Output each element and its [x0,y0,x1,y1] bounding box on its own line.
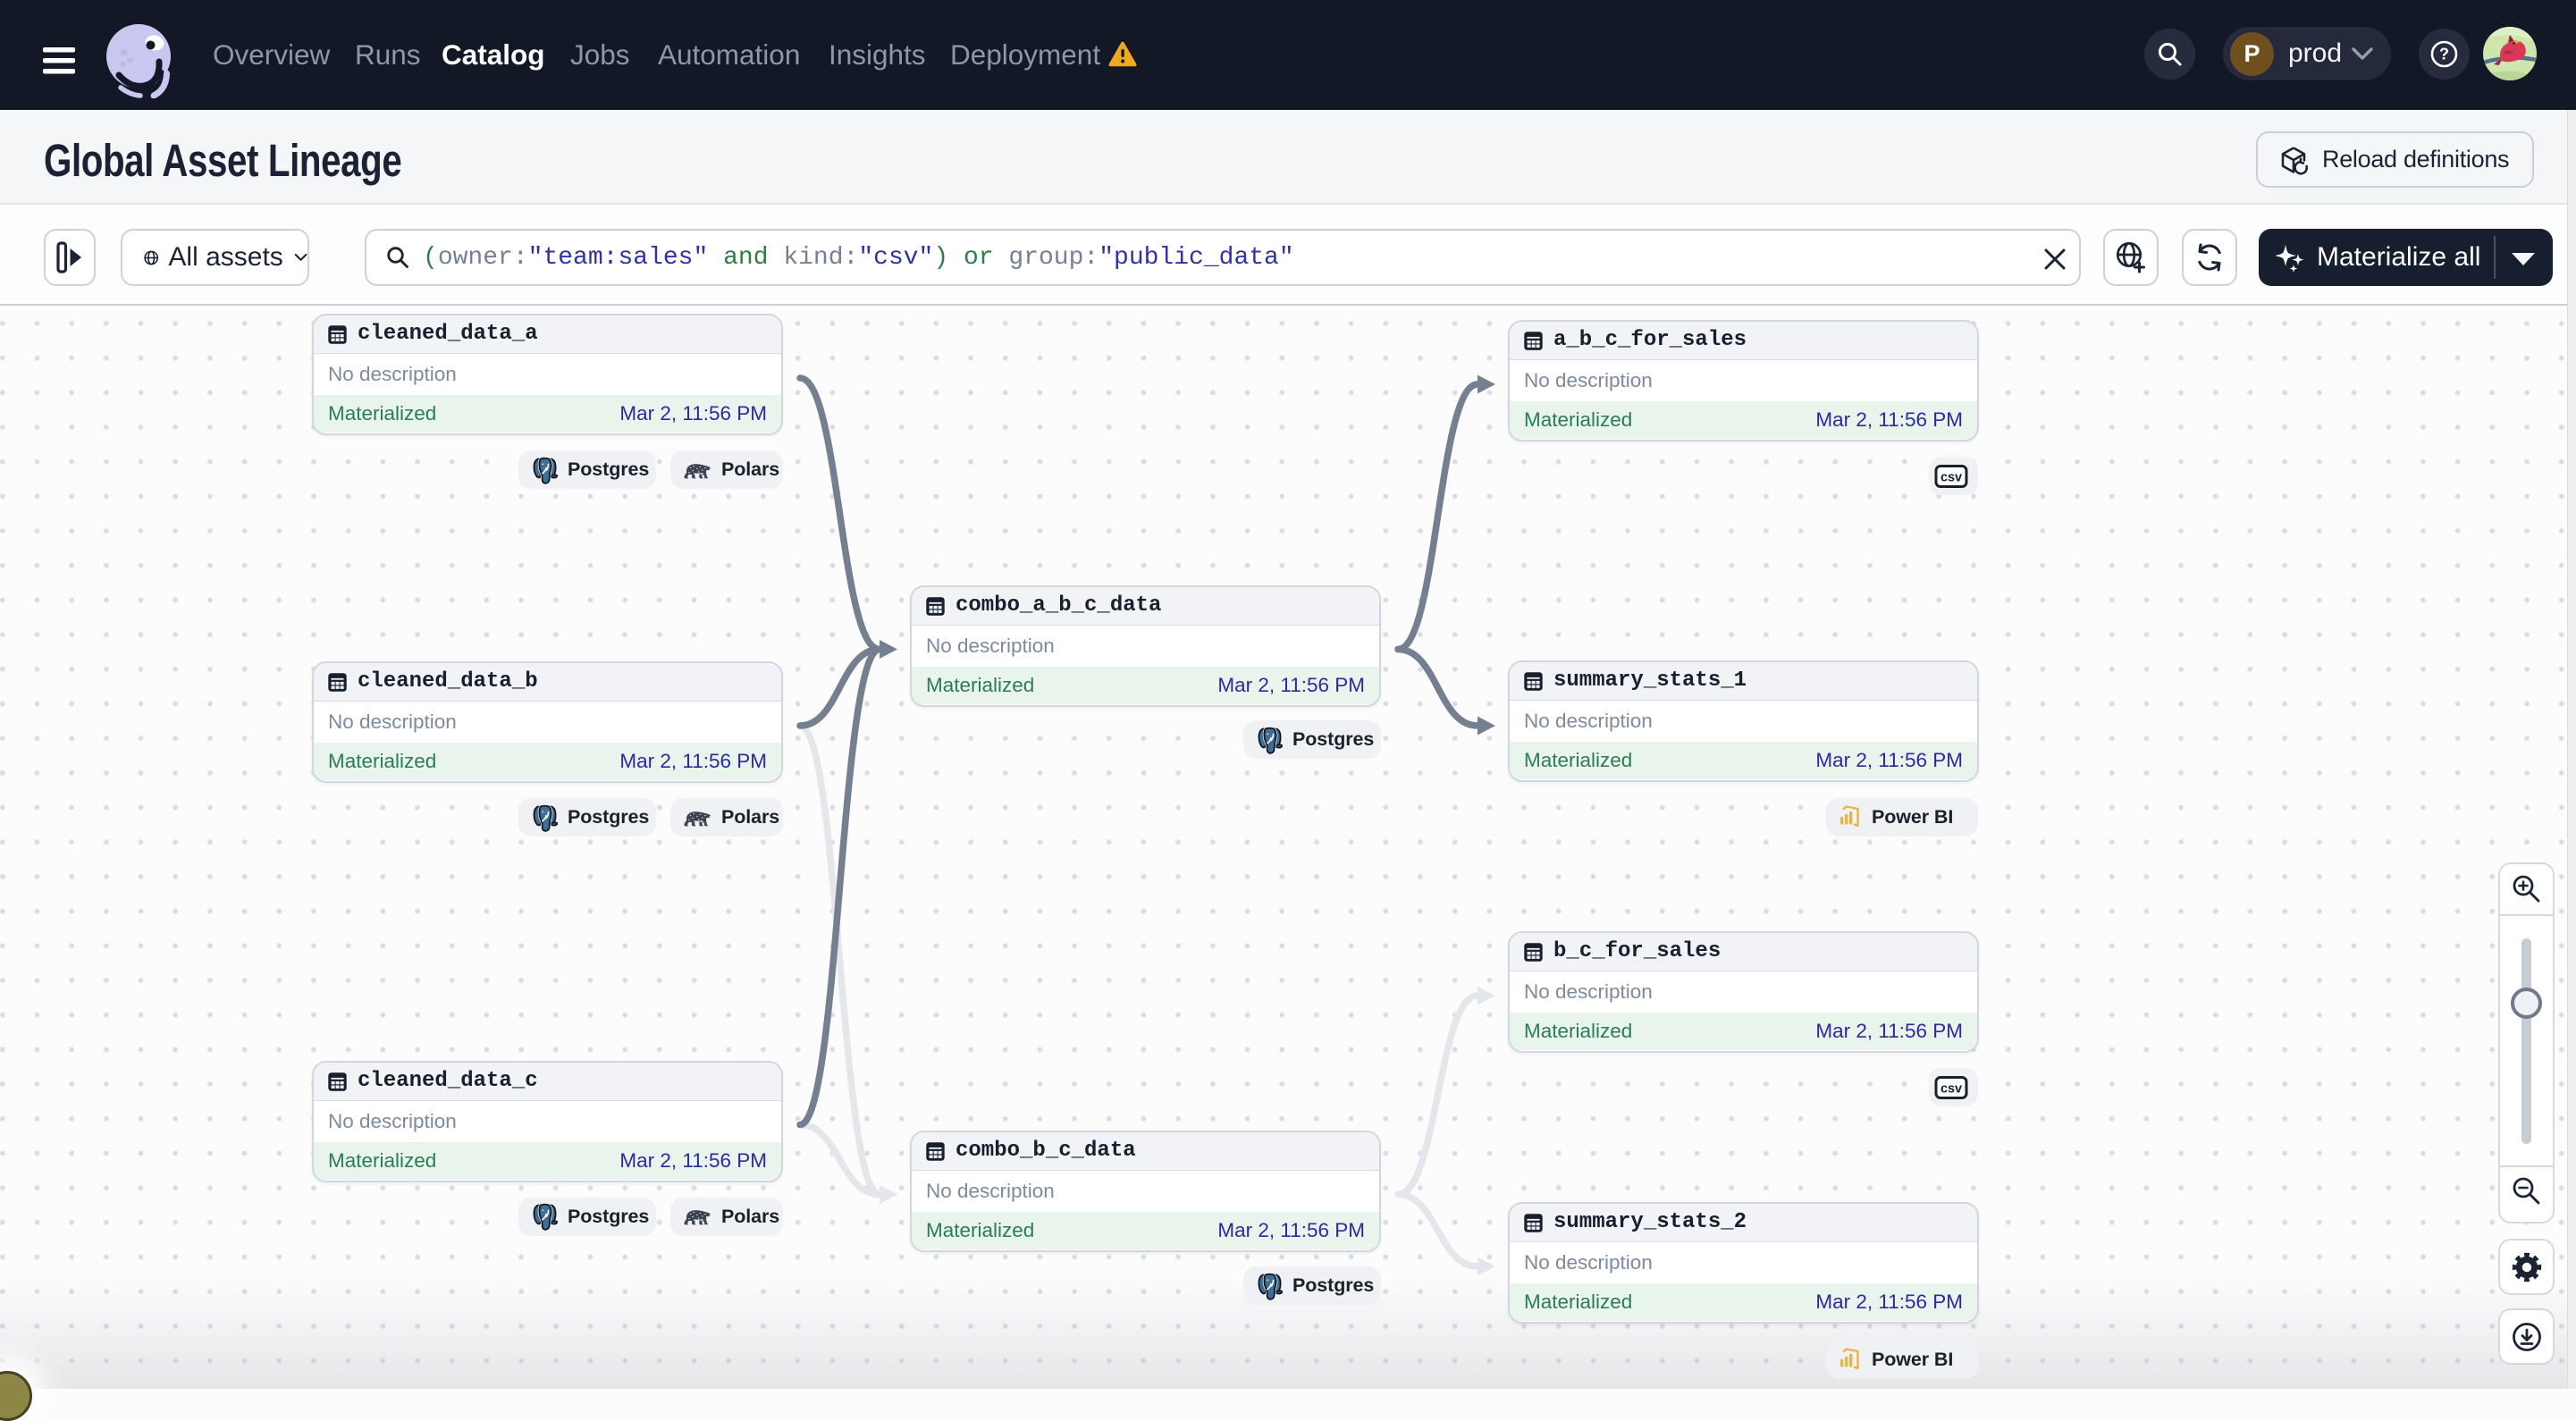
svg-text:csv: csv [1940,1081,1962,1096]
svg-text:csv: csv [1940,470,1962,484]
svg-text:?: ? [2439,46,2449,63]
